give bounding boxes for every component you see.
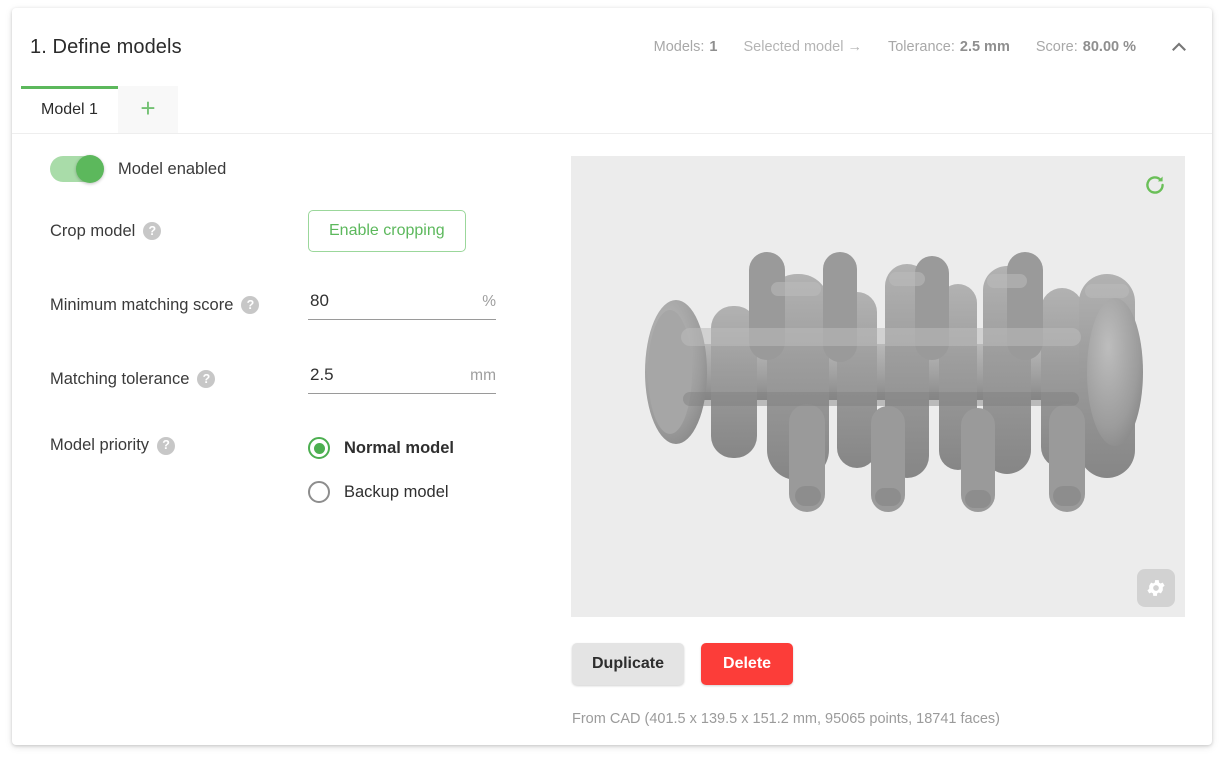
stat-models-value: 1 — [709, 39, 718, 55]
radio-backup-model-label: Backup model — [344, 482, 449, 501]
model-enabled-toggle[interactable] — [50, 155, 104, 183]
matching-tolerance-label: Matching tolerance — [50, 369, 190, 388]
add-model-tab-button[interactable]: + — [117, 86, 178, 133]
matching-tolerance-row: Matching tolerance ? 2.5 mm — [50, 356, 552, 402]
chevron-up-icon[interactable] — [1168, 36, 1190, 58]
model-priority-label: Model priority — [50, 436, 150, 454]
header-status-bar: Models: 1 Selected model → Tolerance: 2.… — [654, 36, 1190, 58]
model-preview-column: Duplicate Delete From CAD (401.5 x 139.5… — [571, 156, 1185, 727]
tab-model-1[interactable]: Model 1 — [21, 86, 118, 133]
enable-cropping-button[interactable]: Enable cropping — [308, 210, 466, 252]
radio-normal-model[interactable]: Normal model — [308, 437, 454, 459]
toggle-knob — [76, 155, 104, 183]
stat-selected-model[interactable]: Selected model → — [743, 39, 861, 55]
matching-tolerance-label-group: Matching tolerance ? — [50, 370, 308, 389]
model-3d-viewer[interactable] — [571, 156, 1185, 617]
stat-tolerance-label: Tolerance: — [887, 39, 955, 55]
page-title: 1. Define models — [30, 35, 182, 58]
refresh-icon[interactable] — [1142, 172, 1168, 198]
model-priority-label-group: Model priority ? — [50, 436, 308, 455]
stat-tolerance: Tolerance: 2.5 mm — [888, 39, 1010, 55]
card-body: Model enabled Crop model ? Enable croppi… — [12, 134, 1212, 727]
radio-normal-model-label: Normal model — [344, 438, 455, 457]
stat-tolerance-value: 2.5 mm — [959, 39, 1010, 55]
define-models-card: 1. Define models Models: 1 Selected mode… — [12, 8, 1212, 745]
duplicate-button[interactable]: Duplicate — [572, 643, 685, 685]
crop-model-label-group: Crop model ? — [50, 222, 308, 241]
delete-button[interactable]: Delete — [701, 643, 794, 685]
help-icon-model-priority[interactable]: ? — [157, 436, 176, 455]
stat-models-label: Models: — [653, 39, 705, 55]
tab-model-1-label: Model 1 — [41, 100, 98, 118]
help-icon-minimum-matching-score[interactable]: ? — [241, 296, 260, 314]
minimum-matching-score-label-group: Minimum matching score ? — [50, 296, 308, 315]
model-action-buttons: Duplicate Delete — [571, 643, 1185, 685]
radio-dot — [313, 442, 325, 454]
crop-model-row: Crop model ? Enable cropping — [50, 208, 552, 254]
minimum-matching-score-input[interactable]: 80 % — [308, 291, 496, 320]
minimum-matching-score-row: Minimum matching score ? 80 % — [50, 282, 552, 328]
stat-score-label: Score: — [1035, 39, 1078, 55]
crop-model-label: Crop model — [50, 221, 136, 240]
matching-tolerance-unit: mm — [470, 366, 496, 384]
stat-selected-model-label: Selected model → — [743, 39, 862, 55]
model-tabs: Model 1 + — [12, 86, 1212, 134]
gear-icon[interactable] — [1137, 569, 1175, 607]
stat-score-value: 80.00 % — [1082, 39, 1136, 55]
stat-score: Score: 80.00 % — [1036, 39, 1136, 55]
model-priority-radio-group: Normal model Backup model — [308, 436, 454, 503]
matching-tolerance-input[interactable]: 2.5 mm — [308, 365, 496, 394]
stat-models: Models: 1 — [654, 39, 718, 55]
help-icon-crop-model[interactable]: ? — [143, 222, 162, 240]
model-enabled-label: Model enabled — [118, 159, 227, 178]
radio-normal-model-control[interactable] — [308, 437, 330, 459]
matching-tolerance-value: 2.5 — [310, 364, 334, 384]
card-header: 1. Define models Models: 1 Selected mode… — [12, 8, 1212, 86]
crankshaft-3d-render — [645, 252, 1143, 512]
minimum-matching-score-value: 80 — [310, 290, 329, 310]
radio-backup-model[interactable]: Backup model — [308, 481, 454, 503]
model-enabled-row: Model enabled — [50, 155, 552, 183]
cad-source-info: From CAD (401.5 x 139.5 x 151.2 mm, 9506… — [572, 711, 1000, 727]
minimum-matching-score-unit: % — [482, 292, 496, 310]
model-priority-row: Model priority ? Normal model Backup mod… — [50, 436, 552, 503]
plus-icon: + — [140, 92, 156, 123]
help-icon-matching-tolerance[interactable]: ? — [197, 370, 216, 388]
model-settings-form: Model enabled Crop model ? Enable croppi… — [32, 155, 552, 727]
minimum-matching-score-label: Minimum matching score — [50, 295, 234, 314]
radio-backup-model-control[interactable] — [308, 481, 330, 503]
